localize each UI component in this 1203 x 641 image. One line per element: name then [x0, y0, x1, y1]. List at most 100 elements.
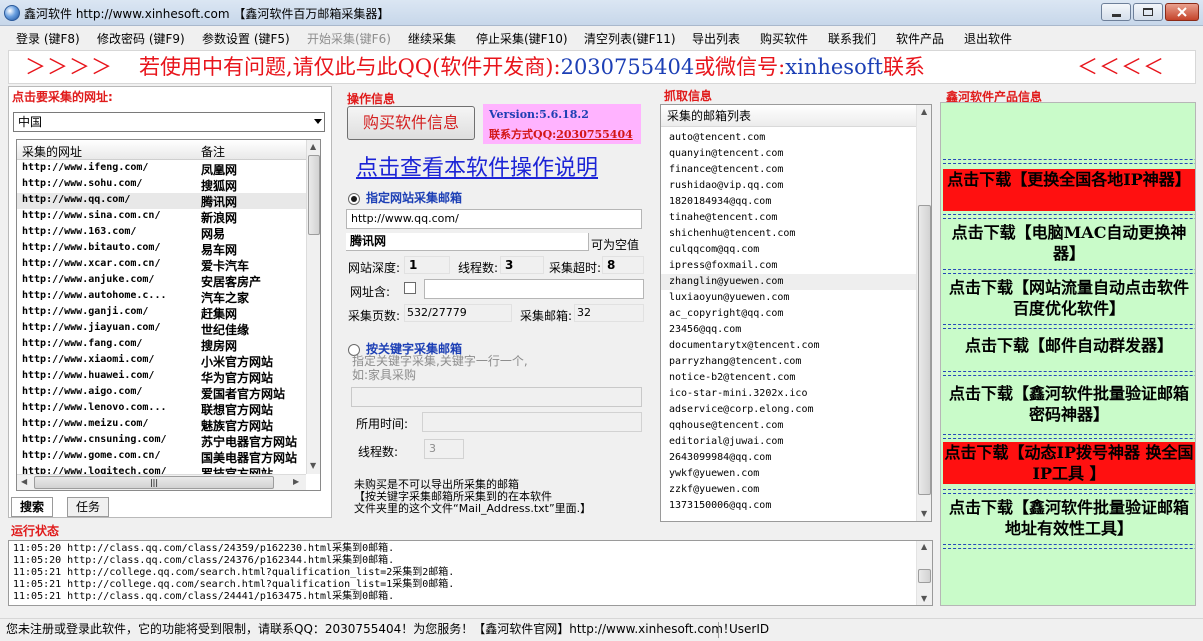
menu-export-list[interactable]: 导出列表: [692, 30, 740, 47]
product-download-link[interactable]: 点击下载【更换全国各地IP神器】: [943, 169, 1195, 211]
url-list-row[interactable]: http://www.jiayuan.com/世纪佳缘: [17, 321, 306, 337]
product-download-link[interactable]: 点击下载【鑫河软件批量验证邮箱密码神器】: [943, 383, 1195, 425]
email-list-item[interactable]: documentarytx@tencent.com: [669, 338, 820, 354]
url-list-row[interactable]: http://www.lenovo.com... 联想官方网站: [17, 401, 306, 417]
scroll-left-icon[interactable]: ◀: [21, 477, 27, 486]
product-download-link[interactable]: 点击下载【电脑MAC自动更换神器】: [943, 222, 1195, 264]
site-url-input[interactable]: http://www.qq.com/: [346, 209, 642, 229]
url-list-vscrollbar[interactable]: ▲ ▼: [306, 140, 320, 474]
menu-contact-us[interactable]: 联系我们: [828, 30, 876, 47]
col-header-url[interactable]: 采集的网址: [22, 143, 82, 160]
url-list-hscroll-thumb[interactable]: |||: [34, 476, 274, 489]
menu-start-collect[interactable]: 开始采集(键F6): [307, 30, 391, 47]
email-list-vscrollbar[interactable]: ▲ ▼: [916, 105, 931, 521]
scroll-down-icon[interactable]: ▼: [921, 594, 927, 603]
country-select[interactable]: 中国: [13, 112, 325, 132]
email-list-item[interactable]: 1373150006@qq.com: [669, 498, 771, 514]
email-list-item[interactable]: finance@tencent.com: [669, 162, 783, 178]
email-list-item[interactable]: 23456@qq.com: [669, 322, 741, 338]
email-list-item[interactable]: shichenhu@tencent.com: [669, 226, 795, 242]
email-list-item[interactable]: 2643099984@qq.com: [669, 450, 771, 466]
menu-login[interactable]: 登录 (键F8): [16, 30, 80, 47]
threads-field[interactable]: 3: [500, 256, 544, 274]
tab-task[interactable]: 任务: [67, 497, 110, 517]
maximize-button[interactable]: [1133, 3, 1163, 21]
help-link[interactable]: 点击查看本软件操作说明: [356, 150, 598, 182]
email-list-item[interactable]: zzkf@yuewen.com: [669, 482, 759, 498]
email-list-item[interactable]: zhanglin@yuewen.com: [661, 274, 916, 290]
menu-products[interactable]: 软件产品: [896, 30, 944, 47]
email-list-item[interactable]: rushidao@vip.qq.com: [669, 178, 783, 194]
close-button[interactable]: [1165, 3, 1199, 21]
url-list-row[interactable]: http://www.163.com/网易: [17, 225, 306, 241]
email-list-header[interactable]: 采集的邮箱列表: [661, 105, 916, 127]
col-header-note[interactable]: 备注: [201, 143, 225, 160]
menu-buy-software[interactable]: 购买软件: [760, 30, 808, 47]
url-list-row[interactable]: http://www.huawei.com/华为官方网站: [17, 369, 306, 385]
email-list-item[interactable]: adservice@corp.elong.com: [669, 402, 814, 418]
url-list-row[interactable]: http://www.ifeng.com/凤凰网: [17, 161, 306, 177]
product-download-link[interactable]: 点击下载【邮件自动群发器】: [943, 335, 1195, 357]
email-list-item[interactable]: ywkf@yuewen.com: [669, 466, 759, 482]
email-list-item[interactable]: culqqcom@qq.com: [669, 242, 759, 258]
minimize-button[interactable]: [1101, 3, 1131, 21]
scroll-down-icon[interactable]: ▼: [921, 509, 927, 518]
menu-settings[interactable]: 参数设置 (键F5): [202, 30, 290, 47]
depth-field[interactable]: 1: [404, 256, 450, 274]
url-list-row[interactable]: http://www.fang.com/搜房网: [17, 337, 306, 353]
url-list-vscroll-thumb[interactable]: [308, 155, 320, 235]
email-list-vscroll-thumb[interactable]: [918, 205, 931, 495]
radio-site-mode[interactable]: 指定网站采集邮箱: [348, 189, 462, 206]
email-list-item[interactable]: luxiaoyun@yuewen.com: [669, 290, 789, 306]
email-list-item[interactable]: tinahe@tencent.com: [669, 210, 777, 226]
log-vscroll-thumb[interactable]: [918, 569, 931, 583]
radio-dot-icon[interactable]: [348, 192, 360, 205]
email-list-item[interactable]: parryzhang@tencent.com: [669, 354, 801, 370]
url-list-row[interactable]: http://www.ganji.com/赶集网: [17, 305, 306, 321]
product-download-link[interactable]: 点击下载【鑫河软件批量验证邮箱地址有效性工具】: [943, 497, 1195, 539]
product-download-link[interactable]: 点击下载【网站流量自动点击软件 百度优化软件】: [943, 277, 1195, 319]
email-list-item[interactable]: ipress@foxmail.com: [669, 258, 777, 274]
url-list-row[interactable]: http://www.qq.com/腾讯网: [17, 193, 306, 209]
keyword-input[interactable]: [351, 387, 642, 407]
url-list-row[interactable]: http://www.sohu.com/搜狐网: [17, 177, 306, 193]
url-list-hscrollbar[interactable]: ◀ ||| ▶: [17, 474, 306, 490]
menu-continue-collect[interactable]: 继续采集: [408, 30, 456, 47]
url-list-row[interactable]: http://www.xcar.com.cn/爱卡汽车: [17, 257, 306, 273]
buy-info-button[interactable]: 购买软件信息: [347, 106, 475, 140]
scroll-up-icon[interactable]: ▲: [921, 542, 927, 551]
url-contains-checkbox[interactable]: [404, 282, 416, 294]
email-list-item[interactable]: auto@tencent.com: [669, 130, 765, 146]
url-list-row[interactable]: http://www.aigo.com/爱国者官方网站: [17, 385, 306, 401]
keyword-threads-field[interactable]: 3: [424, 439, 464, 459]
product-download-link[interactable]: 点击下载【动态IP拨号神器 换全国IP工具 】: [943, 442, 1195, 484]
log-vscrollbar[interactable]: ▲ ▼: [916, 541, 932, 605]
url-list-row[interactable]: http://www.autohome.c... 汽车之家: [17, 289, 306, 305]
menu-exit[interactable]: 退出软件: [964, 30, 1012, 47]
email-list-item[interactable]: notice-b2@tencent.com: [669, 370, 795, 386]
url-list-row[interactable]: http://www.sina.com.cn/新浪网: [17, 209, 306, 225]
tab-search[interactable]: 搜索: [11, 497, 54, 517]
scroll-up-icon[interactable]: ▲: [921, 107, 927, 116]
email-list-item[interactable]: editorial@juwai.com: [669, 434, 783, 450]
email-list-item[interactable]: ac_copyright@qq.com: [669, 306, 783, 322]
url-list-row[interactable]: http://www.gome.com.cn/国美电器官方网站: [17, 449, 306, 465]
url-contains-input[interactable]: [424, 279, 644, 299]
scroll-up-icon[interactable]: ▲: [310, 142, 316, 151]
scroll-down-icon[interactable]: ▼: [310, 461, 316, 470]
menu-stop-collect[interactable]: 停止采集(键F10): [476, 30, 568, 47]
email-list-item[interactable]: 1820184934@qq.com: [669, 194, 771, 210]
url-list-row[interactable]: http://www.xiaomi.com/小米官方网站: [17, 353, 306, 369]
url-list-row[interactable]: http://www.meizu.com/魅族官方网站: [17, 417, 306, 433]
email-list-item[interactable]: ico-star-mini.3202x.ico: [669, 386, 807, 402]
menu-change-password[interactable]: 修改密码 (键F9): [97, 30, 185, 47]
email-list-item[interactable]: qqhouse@tencent.com: [669, 418, 783, 434]
menu-clear-list[interactable]: 清空列表(键F11): [584, 30, 676, 47]
timeout-field[interactable]: 8: [602, 256, 644, 274]
url-list-row[interactable]: http://www.cnsuning.com/苏宁电器官方网站: [17, 433, 306, 449]
contact-qq-link[interactable]: 2030755404: [556, 128, 633, 141]
url-list-row[interactable]: http://www.bitauto.com/易车网: [17, 241, 306, 257]
site-name-input[interactable]: 腾讯网: [346, 233, 589, 251]
scroll-right-icon[interactable]: ▶: [293, 477, 299, 486]
url-list-row[interactable]: http://www.anjuke.com/安居客房产: [17, 273, 306, 289]
